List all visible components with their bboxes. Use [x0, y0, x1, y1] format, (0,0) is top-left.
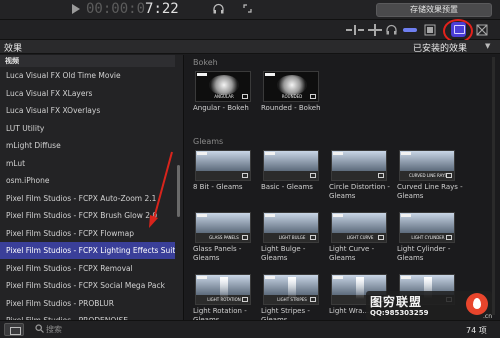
- timecode-lit: 7:22: [145, 1, 179, 17]
- sidebar-scrollbar[interactable]: [177, 165, 180, 217]
- timecode-dim: 00:00:0: [86, 1, 146, 17]
- play-icon[interactable]: [72, 4, 80, 18]
- clip-appearance-icon[interactable]: [424, 24, 436, 36]
- chevron-down-icon[interactable]: ▼: [485, 42, 490, 50]
- effect-label: Light Rotation - Gleams: [193, 307, 247, 320]
- thumbnail-caption: ROUNDED: [281, 94, 303, 99]
- watermark-title: 图穷联盟: [370, 295, 423, 309]
- list-item[interactable]: Pixel Film Studios - PROBLUR: [0, 295, 175, 312]
- list-item[interactable]: LUT Utility: [0, 120, 175, 137]
- section-title: Bokeh: [193, 58, 218, 67]
- effect-label: Basic - Gleams: [261, 183, 313, 191]
- list-item[interactable]: Pixel Film Studios - FCPX Brush Glow 2.0: [0, 207, 175, 224]
- thumbnail-caption: LIGHT CYLINDER: [411, 235, 445, 240]
- effect-label: Light Curve - Gleams: [329, 245, 375, 262]
- effects-panel-header: 效果 已安装的效果 ▼: [0, 40, 500, 54]
- preview-badge-icon: [310, 173, 316, 178]
- preview-badge-icon: [378, 173, 384, 178]
- effect-label: Light Bulge - Gleams: [261, 245, 306, 262]
- thumbnail-caption: LIGHT CURVE: [346, 235, 374, 240]
- list-item[interactable]: Pixel Film Studios - FCPX Auto-Zoom 2.1: [0, 190, 175, 207]
- effect-thumbnail[interactable]: LIGHT CURVE: [331, 212, 387, 243]
- transitions-icon[interactable]: [476, 24, 488, 36]
- category-header-video[interactable]: 视频: [0, 55, 175, 67]
- effects-category-sidebar: 视频 Luca Visual FX Old Time Movie Luca Vis…: [0, 55, 184, 320]
- list-item[interactable]: Pixel Film Studios - FCPX Flowmap: [0, 225, 175, 242]
- thumbnail-caption: ANGULAR: [214, 94, 234, 99]
- audio-skimming-icon[interactable]: [386, 24, 397, 36]
- effect-thumbnail[interactable]: [331, 150, 387, 181]
- thumbnail-caption: CURVED LINE RAYS: [408, 173, 448, 178]
- effect-thumbnail[interactable]: LIGHT CYLINDER: [399, 212, 455, 243]
- skimming-icon[interactable]: [368, 24, 382, 36]
- effect-thumbnail[interactable]: [195, 150, 251, 181]
- grid-scrollbar[interactable]: [492, 57, 495, 315]
- watermark-qq: QQ:985303259: [370, 309, 429, 317]
- list-item[interactable]: mLut: [0, 155, 175, 172]
- effects-footer: 74 项: [0, 320, 500, 338]
- watermark-suffix: .cn: [483, 313, 493, 320]
- effects-grid: Bokeh ANGULAR Angular - Bokeh ROUNDED Rounde…: [185, 55, 500, 320]
- thumbnail-caption: LIGHT ROTATION: [207, 297, 241, 302]
- thumbnail-caption: LIGHT BULGE: [278, 235, 306, 240]
- effect-label: 8 Bit - Gleams: [193, 183, 243, 191]
- effect-thumbnail[interactable]: ROUNDED: [263, 71, 319, 102]
- list-item[interactable]: Pixel Film Studios - FCPX Social Mega Pa…: [0, 277, 175, 294]
- list-item[interactable]: Luca Visual FX Old Time Movie: [0, 67, 175, 84]
- timeline-toolbar: [0, 19, 500, 43]
- installed-effects-filter[interactable]: 已安装的效果: [413, 41, 467, 54]
- effect-thumbnail[interactable]: LIGHT STRIPES: [263, 274, 319, 305]
- headphones-icon[interactable]: [213, 3, 224, 17]
- effect-thumbnail[interactable]: GLASS PANELS: [195, 212, 251, 243]
- search-icon: [35, 324, 44, 336]
- effect-thumbnail[interactable]: [263, 150, 319, 181]
- effect-label: Angular - Bokeh: [193, 104, 249, 112]
- list-item[interactable]: Pixel Film Studios - PRODENOISE: [0, 312, 175, 320]
- effect-label: Light Stripes - Gleams: [261, 307, 310, 320]
- snapping-toggle[interactable]: [403, 28, 417, 32]
- list-item-selected[interactable]: Pixel Film Studios - FCPX Lighting Effec…: [0, 242, 175, 259]
- section-title: Gleams: [193, 137, 224, 146]
- watermark-logo-icon: [466, 293, 488, 315]
- thumbnail-caption: LIGHT STRIPES: [277, 297, 307, 302]
- item-count: 74 项: [466, 326, 487, 335]
- list-item[interactable]: osm.iPhone: [0, 172, 175, 189]
- clip-skimming-icon[interactable]: [346, 24, 364, 36]
- expand-icon[interactable]: [243, 4, 252, 17]
- list-item[interactable]: mLight Diffuse: [0, 137, 175, 154]
- effect-label: Glass Panels - Gleams: [193, 245, 242, 262]
- effect-thumbnail[interactable]: LIGHT ROTATION: [195, 274, 251, 305]
- panel-title: 效果: [4, 44, 23, 54]
- effect-thumbnail[interactable]: ANGULAR: [195, 71, 251, 102]
- sidebar-toggle-button[interactable]: [4, 323, 24, 336]
- transport-bar: 00:00:07:22 存储效果预置: [0, 0, 500, 20]
- timecode-display: 00:00:07:22: [86, 1, 179, 17]
- effect-thumbnail[interactable]: CURVED LINE RAYS: [399, 150, 455, 181]
- preview-badge-icon: [242, 173, 248, 178]
- effect-label: Rounded - Bokeh: [261, 104, 321, 112]
- list-item[interactable]: Luca Visual FX XLayers: [0, 85, 175, 102]
- effect-label: Circle Distortion - Gleams: [329, 183, 390, 200]
- thumbnail-caption: GLASS PANELS: [209, 235, 239, 240]
- list-item[interactable]: Pixel Film Studios - FCPX Removal: [0, 260, 175, 277]
- list-item[interactable]: Luca Visual FX XOverlays: [0, 102, 175, 119]
- effect-label: Curved Line Rays - Gleams: [397, 183, 463, 200]
- effect-label: Light Cylinder - Gleams: [397, 245, 451, 262]
- save-effects-preset-button[interactable]: 存储效果预置: [376, 3, 492, 17]
- search-input[interactable]: [46, 323, 166, 336]
- effect-thumbnail[interactable]: LIGHT BULGE: [263, 212, 319, 243]
